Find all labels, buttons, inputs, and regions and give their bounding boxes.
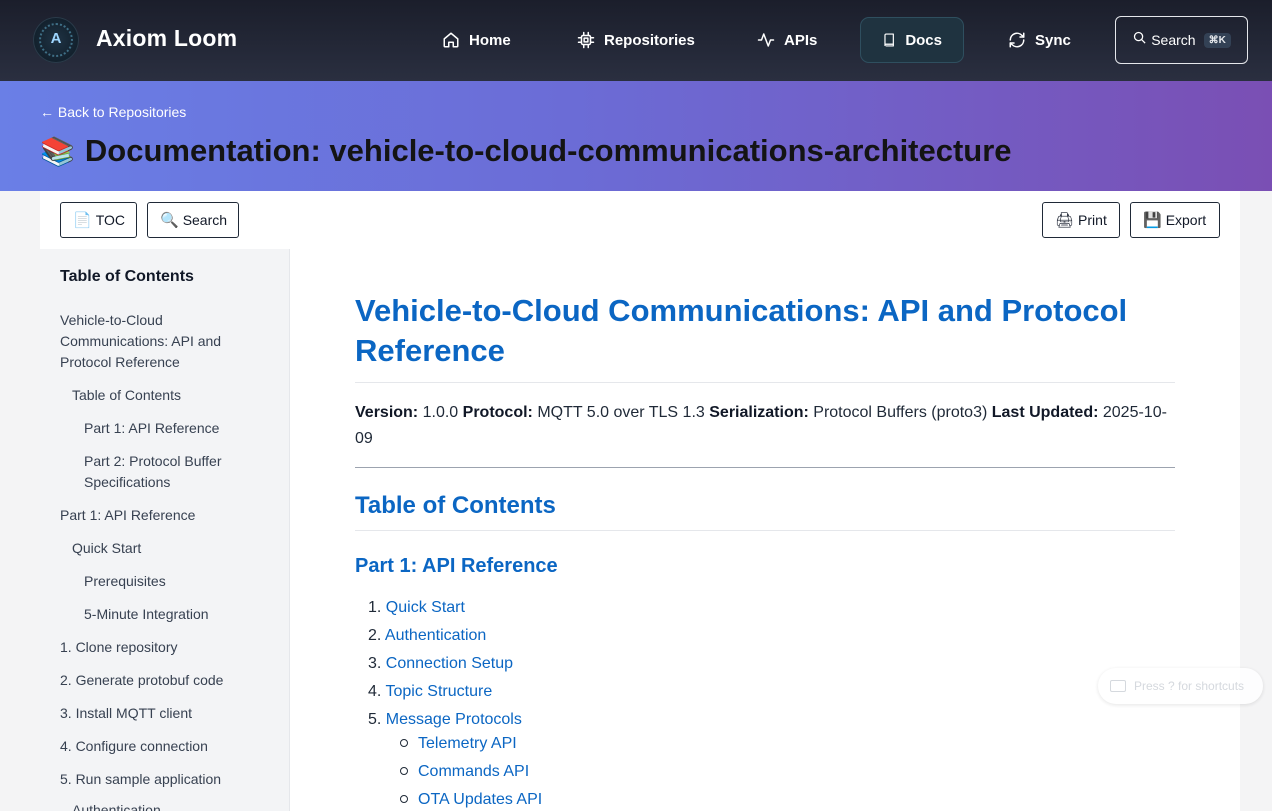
global-search-button[interactable]: Search ⌘K — [1115, 16, 1248, 64]
chip-icon — [577, 31, 595, 49]
nav-apis[interactable]: APIs — [736, 17, 838, 63]
page-title-text: Documentation: vehicle-to-cloud-communic… — [84, 133, 1012, 168]
nav-repositories[interactable]: Repositories — [556, 17, 716, 63]
list-number: 1. — [368, 599, 382, 616]
refresh-icon — [1009, 32, 1025, 48]
toc-link[interactable]: Vehicle-to-Cloud Communications: API and… — [60, 310, 260, 373]
version-label: Version: — [355, 404, 419, 421]
section-divider — [355, 467, 1175, 468]
heading-divider — [355, 530, 1175, 531]
global-search-label: Search — [1151, 32, 1196, 48]
toc-link[interactable]: 5-Minute Integration — [84, 604, 209, 625]
title-divider — [355, 382, 1175, 383]
doc-toolbar: 📄 TOC 🔍 Search 🖨 Print 💾 Export — [40, 191, 1240, 250]
printer-icon: 🖨 — [1055, 212, 1075, 229]
search-shortcut-badge: ⌘K — [1203, 32, 1231, 48]
toc-link[interactable]: Part 2: Protocol Buffer Specifications — [84, 451, 254, 493]
nav-repositories-label: Repositories — [604, 31, 695, 49]
toc-link[interactable]: Quick Start — [72, 538, 141, 559]
toc-heading: Table of Contents — [355, 492, 556, 519]
shortcuts-hint[interactable]: Press ? for shortcuts — [1098, 668, 1263, 704]
page-title: 📚 Documentation: vehicle-to-cloud-commun… — [40, 133, 1012, 169]
toc-sidebar: Table of Contents Vehicle-to-Cloud Commu… — [40, 249, 290, 811]
doc-content: Vehicle-to-Cloud Communications: API and… — [290, 249, 1240, 811]
updated-label: Last Updated: — [991, 404, 1099, 421]
toc-link[interactable]: Part 1: API Reference — [60, 505, 195, 526]
nav-home-label: Home — [469, 31, 511, 49]
commands-api-link[interactable]: Commands API — [418, 763, 529, 780]
toc-link[interactable]: Authentication — [72, 800, 161, 811]
nav-sync[interactable]: Sync — [987, 17, 1092, 63]
toc-button-label: TOC — [95, 212, 125, 228]
toc-link[interactable]: Table of Contents — [72, 385, 181, 406]
list-item: 5. Message Protocols — [368, 710, 522, 730]
print-button-label: Print — [1078, 212, 1107, 228]
doc-metadata: Version: 1.0.0 Protocol: MQTT 5.0 over T… — [355, 400, 1175, 452]
nav-sync-label: Sync — [1035, 31, 1071, 49]
part1-heading: Part 1: API Reference — [355, 555, 558, 577]
telemetry-api-link[interactable]: Telemetry API — [418, 735, 517, 752]
quick-start-link[interactable]: Quick Start — [386, 599, 465, 616]
top-navbar: A Axiom Loom Home Repositories APIs Docs… — [0, 0, 1272, 81]
toc-link[interactable]: 2. Generate protobuf code — [60, 670, 223, 691]
toc-link[interactable]: Part 1: API Reference — [84, 418, 219, 439]
topic-structure-link[interactable]: Topic Structure — [386, 683, 493, 700]
toc-link[interactable]: 3. Install MQTT client — [60, 703, 192, 724]
toc-link[interactable]: 5. Run sample application — [60, 769, 221, 790]
magnifier-icon: 🔍 — [160, 212, 179, 229]
toc-link[interactable]: Prerequisites — [84, 571, 166, 592]
keyboard-icon — [1110, 680, 1126, 692]
list-number: 5. — [368, 711, 382, 728]
sub-list-item: Telemetry API — [400, 734, 517, 754]
logo-icon[interactable]: A — [33, 17, 79, 63]
toc-link[interactable]: 4. Configure connection — [60, 736, 208, 757]
shortcuts-hint-label: Press ? for shortcuts — [1134, 679, 1245, 693]
bullet-icon — [400, 766, 408, 775]
ota-updates-api-link[interactable]: OTA Updates API — [418, 791, 542, 808]
list-number: 4. — [368, 683, 382, 700]
list-item: 3. Connection Setup — [368, 654, 513, 674]
nav-apis-label: APIs — [784, 31, 818, 49]
sub-list-item: OTA Updates API — [400, 790, 542, 810]
toc-button[interactable]: 📄 TOC — [60, 202, 137, 238]
export-button-label: Export — [1165, 212, 1207, 228]
logo-letter: A — [50, 30, 62, 47]
doc-title: Vehicle-to-Cloud Communications: API and… — [355, 293, 1128, 368]
print-button[interactable]: 🖨 Print — [1042, 202, 1120, 238]
authentication-link[interactable]: Authentication — [385, 627, 486, 644]
toc-link[interactable]: 1. Clone repository — [60, 637, 178, 658]
books-icon: 📚 — [40, 135, 75, 167]
export-button[interactable]: 💾 Export — [1130, 202, 1220, 238]
back-to-repositories-link[interactable]: ← Back to Repositories — [40, 104, 186, 120]
sub-list-item: Commands API — [400, 762, 529, 782]
bullet-icon — [400, 794, 408, 803]
doc-search-button[interactable]: 🔍 Search — [147, 202, 239, 238]
floppy-icon: 💾 — [1143, 212, 1162, 229]
message-protocols-link[interactable]: Message Protocols — [386, 711, 522, 728]
connection-setup-link[interactable]: Connection Setup — [386, 655, 513, 672]
page-header: ← Back to Repositories 📚 Documentation: … — [0, 81, 1272, 191]
search-icon — [1134, 31, 1146, 44]
list-number: 2. — [368, 627, 382, 644]
list-item: 1. Quick Start — [368, 598, 465, 618]
version-value: 1.0.0 — [422, 404, 459, 421]
book-icon — [884, 33, 894, 47]
page-icon: 📄 — [73, 212, 92, 229]
serialization-value: Protocol Buffers (proto3) — [813, 404, 988, 421]
toc-sidebar-heading: Table of Contents — [60, 268, 194, 285]
brand-name[interactable]: Axiom Loom — [96, 25, 237, 52]
activity-icon — [757, 33, 775, 47]
list-item: 2. Authentication — [368, 626, 486, 646]
nav-docs[interactable]: Docs — [860, 17, 964, 63]
bullet-icon — [400, 738, 408, 747]
protocol-label: Protocol: — [462, 404, 533, 421]
list-item: 4. Topic Structure — [368, 682, 492, 702]
nav-home[interactable]: Home — [421, 17, 532, 63]
nav-docs-label: Docs — [905, 31, 942, 49]
protocol-value: MQTT 5.0 over TLS 1.3 — [537, 404, 705, 421]
doc-search-button-label: Search — [182, 212, 228, 228]
serialization-label: Serialization: — [709, 404, 809, 421]
list-number: 3. — [368, 655, 382, 672]
home-icon — [443, 32, 459, 48]
